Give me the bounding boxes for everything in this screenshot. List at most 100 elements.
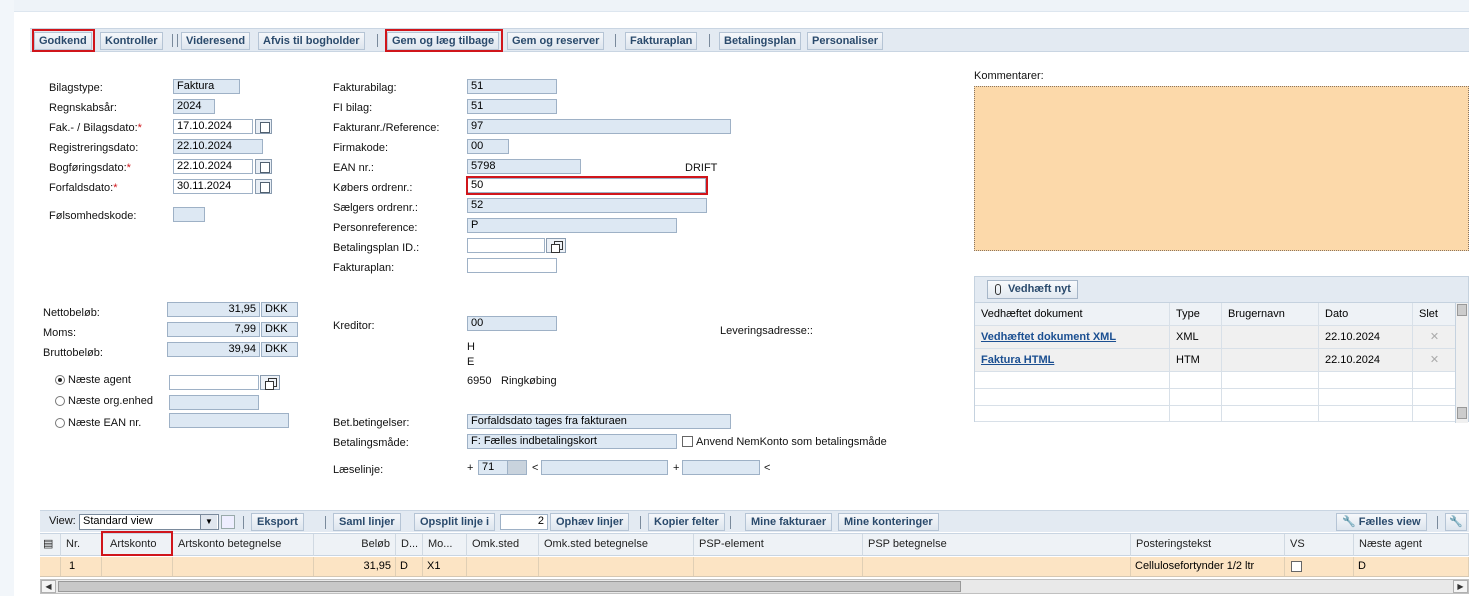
attachment-link[interactable]: Faktura HTML <box>981 354 1054 366</box>
undo-lines-button[interactable]: Ophæv linjer <box>550 513 630 531</box>
invoice-ref-field[interactable]: 97 <box>467 119 731 134</box>
attachment-link[interactable]: Vedhæftet dokument XML <box>981 331 1116 343</box>
cell-next-agent[interactable]: D <box>1354 557 1469 576</box>
col-psp-desc[interactable]: PSP betegnelse <box>863 534 1131 556</box>
grid-horizontal-scrollbar[interactable]: ◀ ▶ <box>40 579 1469 594</box>
next-org-field[interactable] <box>169 395 259 410</box>
copy-icon[interactable] <box>260 375 280 390</box>
scroll-down[interactable] <box>1457 407 1467 419</box>
invoice-date-field[interactable]: 17.10.2024 <box>173 119 253 134</box>
save-return-button[interactable]: Gem og læg tilbage <box>387 32 500 50</box>
cell-mo[interactable]: X1 <box>423 557 467 576</box>
col-header-document[interactable]: Vedhæftet dokument <box>975 303 1170 325</box>
col-nr[interactable]: Nr. <box>61 534 102 556</box>
invoice-plan-button[interactable]: Fakturaplan <box>625 32 698 50</box>
forward-button[interactable]: Videresend <box>181 32 251 50</box>
col-cost-center-desc[interactable]: Omk.sted betegnelse <box>539 534 694 556</box>
col-mo[interactable]: Mo... <box>423 534 467 556</box>
scroll-up[interactable] <box>1457 304 1467 316</box>
scroll-right-icon[interactable]: ▶ <box>1453 580 1468 593</box>
payment-method-field[interactable]: F: Fælles indbetalingskort <box>467 434 677 449</box>
delete-icon[interactable]: ✕ <box>1413 326 1457 348</box>
split-lines-button[interactable]: Opsplit linje i <box>414 513 496 531</box>
cell-cost-center[interactable] <box>467 557 539 576</box>
invoice-plan-field[interactable] <box>467 258 557 273</box>
col-psp-element[interactable]: PSP-element <box>694 534 863 556</box>
calendar-icon[interactable] <box>255 159 272 174</box>
fi-doc-field[interactable]: 51 <box>467 99 557 114</box>
calendar-icon[interactable] <box>255 179 272 194</box>
col-header-delete[interactable]: Slet <box>1413 303 1457 325</box>
approve-button[interactable]: Godkend <box>34 32 92 50</box>
registration-date-field[interactable]: 22.10.2024 <box>173 139 263 154</box>
save-reserve-button[interactable]: Gem og reserver <box>507 32 605 50</box>
person-ref-field[interactable]: P <box>467 218 677 233</box>
col-header-date[interactable]: Dato <box>1319 303 1413 325</box>
copy-icon[interactable] <box>546 238 566 253</box>
buyer-order-field[interactable]: 50 <box>467 178 706 193</box>
doc-type-field[interactable]: Faktura <box>173 79 240 94</box>
attach-new-button[interactable]: Vedhæft nyt <box>987 280 1078 299</box>
vs-checkbox[interactable] <box>1291 561 1302 572</box>
merge-lines-button[interactable]: Saml linjer <box>333 513 401 531</box>
scroll-thumb[interactable] <box>58 581 961 592</box>
col-header-user[interactable]: Brugernavn <box>1222 303 1319 325</box>
calendar-icon[interactable] <box>255 119 272 134</box>
readline-creditor-field[interactable] <box>682 460 760 475</box>
col-cost-center[interactable]: Omk.sted <box>467 534 539 556</box>
ean-field[interactable]: 5798 <box>467 159 581 174</box>
grid-menu-icon[interactable]: ▤ <box>40 534 61 556</box>
next-agent-radio[interactable] <box>55 375 65 385</box>
col-next-agent[interactable]: Næste agent <box>1354 534 1469 556</box>
col-account-desc[interactable]: Artskonto betegnelse <box>173 534 314 556</box>
due-date-field[interactable]: 30.11.2024 <box>173 179 253 194</box>
invoice-doc-field[interactable]: 51 <box>467 79 557 94</box>
top-strip <box>0 0 1469 12</box>
copy-fields-button[interactable]: Kopier felter <box>648 513 725 531</box>
next-agent-field[interactable] <box>169 375 259 390</box>
fiscal-year-field[interactable]: 2024 <box>173 99 215 114</box>
cell-d[interactable]: D <box>396 557 423 576</box>
sensitivity-field[interactable] <box>173 207 205 222</box>
cell-account[interactable] <box>102 557 173 576</box>
seller-order-field[interactable]: 52 <box>467 198 707 213</box>
creditor-field[interactable]: 00 <box>467 316 557 331</box>
attachments-scrollbar[interactable] <box>1455 303 1468 423</box>
my-invoices-button[interactable]: Mine fakturaer <box>745 513 833 531</box>
company-code-field[interactable]: 00 <box>467 139 509 154</box>
check-button[interactable]: Kontroller <box>100 32 163 50</box>
col-amount[interactable]: Beløb <box>314 534 396 556</box>
comments-textarea[interactable] <box>974 86 1469 251</box>
cell-amount[interactable]: 31,95 <box>314 557 396 576</box>
reject-to-bookkeeper-button[interactable]: Afvis til bogholder <box>258 32 365 50</box>
col-d[interactable]: D... <box>396 534 423 556</box>
payment-plan-id-field[interactable] <box>467 238 545 253</box>
scroll-left-icon[interactable]: ◀ <box>41 580 56 593</box>
readline-account-field[interactable] <box>541 460 668 475</box>
cell-posting-text[interactable]: Cellulosefortynder 1/2 ltr <box>1131 557 1285 576</box>
my-postings-button[interactable]: Mine konteringer <box>838 513 939 531</box>
view-select[interactable]: Standard view <box>79 514 219 530</box>
split-count-field[interactable]: 2 <box>500 514 548 530</box>
next-org-radio[interactable] <box>55 396 65 406</box>
save-view-icon[interactable] <box>221 515 235 529</box>
table-row[interactable]: 1 31,95 D X1 Cellulosefortynder 1/2 ltr … <box>40 557 1469 577</box>
cell-psp-element[interactable] <box>694 557 863 576</box>
delete-icon[interactable]: ✕ <box>1413 349 1457 371</box>
payment-terms-field[interactable]: Forfaldsdato tages fra fakturaen <box>467 414 731 429</box>
settings-wrench-icon[interactable]: 🔧 <box>1445 513 1467 531</box>
col-vs[interactable]: VS <box>1285 534 1354 556</box>
col-header-type[interactable]: Type <box>1170 303 1222 325</box>
posting-date-field[interactable]: 22.10.2024 <box>173 159 253 174</box>
col-account[interactable]: Artskonto <box>102 534 173 556</box>
chevron-down-icon[interactable]: ▼ <box>200 515 217 529</box>
personalize-button[interactable]: Personaliser <box>807 32 884 50</box>
payment-plan-button[interactable]: Betalingsplan <box>719 32 802 50</box>
shared-view-button[interactable]: 🔧 Fælles view <box>1336 513 1427 531</box>
nemkonto-checkbox[interactable] <box>682 436 693 447</box>
next-ean-radio[interactable] <box>55 418 65 428</box>
col-posting-text[interactable]: Posteringstekst <box>1131 534 1285 556</box>
next-ean-field[interactable] <box>169 413 289 428</box>
readline-code-field[interactable]: 71 <box>478 460 508 475</box>
export-button[interactable]: Eksport <box>251 513 304 531</box>
